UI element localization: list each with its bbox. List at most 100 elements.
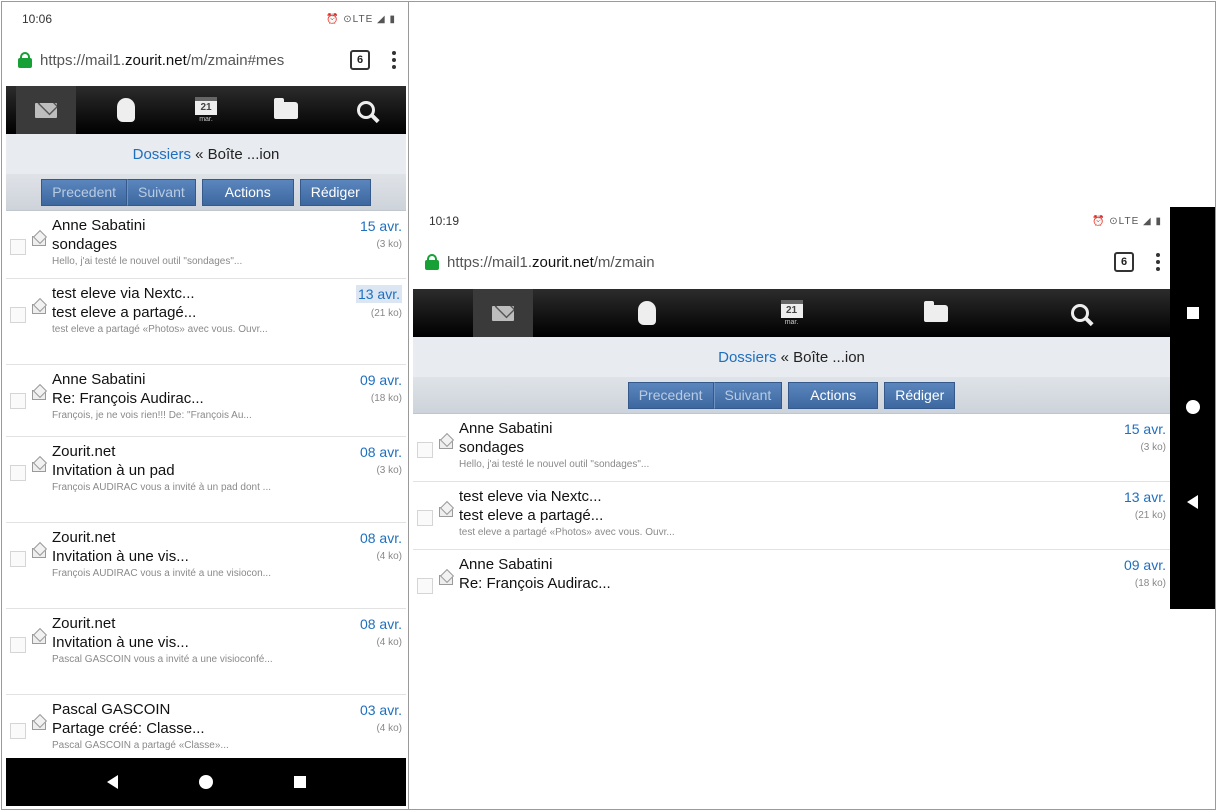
list-item[interactable]: Anne Sabatini sondages Hello, j'ai testé…	[6, 211, 406, 279]
read-envelope-icon	[32, 390, 46, 400]
nav-contacts[interactable]	[617, 289, 677, 337]
nav-mail[interactable]	[473, 289, 533, 337]
previous-button[interactable]: Precedent	[41, 178, 128, 206]
message-checkbox[interactable]	[10, 307, 26, 323]
calendar-icon: 21 mar.	[780, 300, 803, 326]
nav-mail[interactable]	[16, 86, 76, 134]
message-size: (21 ko)	[1134, 510, 1166, 521]
previous-button[interactable]: Precedent	[627, 381, 714, 409]
message-from: Pascal GASCOIN	[52, 701, 171, 718]
message-size: (3 ko)	[376, 465, 402, 476]
compose-button[interactable]: Rédiger	[884, 381, 956, 409]
message-date: 13 avr.	[355, 285, 402, 303]
browser-menu-icon[interactable]	[1156, 253, 1160, 271]
message-snippet: test eleve a partagé «Photos» avec vous.…	[52, 324, 268, 335]
envelope-icon	[35, 102, 57, 118]
message-checkbox[interactable]	[10, 637, 26, 653]
read-envelope-icon	[439, 439, 453, 449]
nav-contacts[interactable]	[96, 86, 156, 134]
message-from: Anne Sabatini	[459, 556, 553, 573]
message-checkbox[interactable]	[10, 465, 26, 481]
status-bar: 10:19 ⏰ ⊙LTE ◢ ▮	[413, 207, 1170, 235]
tab-switcher-button[interactable]: 6	[350, 50, 370, 70]
back-icon[interactable]	[106, 775, 118, 789]
message-checkbox[interactable]	[417, 510, 433, 526]
folder-icon	[923, 300, 948, 322]
message-checkbox[interactable]	[417, 442, 433, 458]
list-item[interactable]: Anne Sabatini sondages Hello, j'ai testé…	[413, 414, 1170, 482]
app-navbar: 21 mar.	[6, 86, 406, 134]
home-icon[interactable]	[1185, 399, 1200, 414]
message-snippet: Pascal GASCOIN a partagé «Classe»...	[52, 740, 229, 751]
breadcrumb-folders-link[interactable]: Dossiers	[133, 146, 191, 163]
list-item[interactable]: Zourit.net Invitation à un pad François …	[6, 437, 406, 523]
list-item[interactable]: test eleve via Nextc... test eleve a par…	[6, 279, 406, 365]
tab-switcher-button[interactable]: 6	[1114, 252, 1134, 272]
nav-calendar[interactable]: 21 mar.	[762, 289, 822, 337]
nav-search[interactable]	[1050, 289, 1110, 337]
recents-icon[interactable]	[1186, 307, 1199, 320]
message-date: 09 avr.	[1123, 557, 1166, 573]
pager-group: Precedent Suivant	[627, 381, 783, 409]
nav-folders[interactable]	[256, 86, 316, 134]
browser-menu-icon[interactable]	[392, 51, 396, 69]
next-button[interactable]: Suivant	[127, 178, 196, 206]
message-list: Anne Sabatini sondages Hello, j'ai testé…	[6, 211, 406, 781]
list-item[interactable]: Anne Sabatini Re: François Audirac... Fr…	[6, 365, 406, 437]
message-checkbox[interactable]	[10, 393, 26, 409]
browser-url-bar[interactable]: https://mail1.zourit.net/m/zmain#mes 6	[6, 34, 406, 86]
read-envelope-icon	[439, 507, 453, 517]
message-from: Zourit.net	[52, 443, 116, 460]
url-text[interactable]: https://mail1.zourit.net/m/zmain	[447, 254, 1104, 271]
message-snippet: François AUDIRAC vous a invité a une vis…	[52, 568, 271, 579]
right-phone-screen: 10:19 ⏰ ⊙LTE ◢ ▮ https://mail1.zourit.ne…	[413, 207, 1215, 609]
message-size: (21 ko)	[370, 308, 402, 319]
android-nav-bar	[6, 758, 406, 806]
message-subject: Invitation à un pad	[52, 462, 175, 479]
list-item[interactable]: Zourit.net Invitation à une vis... Pasca…	[6, 609, 406, 695]
message-toolbar: Precedent Suivant Actions Rédiger	[6, 174, 406, 211]
message-checkbox[interactable]	[417, 578, 433, 594]
nav-folders[interactable]	[906, 289, 966, 337]
nav-calendar[interactable]: 21 mar.	[176, 86, 236, 134]
message-subject: Re: François Audirac...	[459, 575, 611, 592]
nav-search[interactable]	[336, 86, 396, 134]
message-checkbox[interactable]	[10, 723, 26, 739]
next-button[interactable]: Suivant	[713, 381, 783, 409]
recents-icon[interactable]	[293, 776, 306, 788]
home-icon[interactable]	[198, 775, 213, 789]
list-item[interactable]: Anne Sabatini Re: François Audirac... 09…	[413, 550, 1170, 609]
message-snippet: François AUDIRAC vous a invité à un pad …	[52, 482, 271, 493]
back-icon[interactable]	[1187, 494, 1198, 509]
message-toolbar: Precedent Suivant Actions Rédiger	[413, 377, 1170, 414]
message-date: 08 avr.	[359, 530, 402, 546]
browser-url-bar[interactable]: https://mail1.zourit.net/m/zmain 6	[413, 235, 1170, 289]
url-text[interactable]: https://mail1.zourit.net/m/zmain#mes	[40, 52, 340, 69]
message-date: 15 avr.	[1123, 421, 1166, 437]
message-checkbox[interactable]	[10, 239, 26, 255]
message-list: Anne Sabatini sondages Hello, j'ai testé…	[413, 414, 1170, 609]
message-subject: test eleve a partagé...	[52, 304, 197, 321]
message-snippet: Pascal GASCOIN vous a invité a une visio…	[52, 654, 273, 665]
message-size: (4 ko)	[376, 551, 402, 562]
breadcrumb-current: « Boîte ...ion	[776, 348, 865, 366]
message-checkbox[interactable]	[10, 551, 26, 567]
actions-button[interactable]: Actions	[201, 178, 294, 206]
contact-head-icon	[638, 301, 657, 325]
message-date: 08 avr.	[359, 444, 402, 460]
app-navbar: 21 mar.	[413, 289, 1170, 337]
compose-button[interactable]: Rédiger	[299, 178, 371, 206]
message-date: 08 avr.	[359, 616, 402, 632]
breadcrumb-current: « Boîte ...ion	[190, 145, 280, 163]
breadcrumb-folders-link[interactable]: Dossiers	[718, 349, 776, 366]
list-item[interactable]: test eleve via Nextc... test eleve a par…	[413, 482, 1170, 550]
list-item[interactable]: Zourit.net Invitation à une vis... Franç…	[6, 523, 406, 609]
calendar-icon: 21 mar.	[195, 97, 217, 123]
search-icon	[357, 101, 375, 119]
message-subject: Partage créé: Classe...	[52, 720, 205, 737]
message-subject: Invitation à une vis...	[52, 634, 189, 651]
status-time: 10:19	[429, 214, 460, 228]
actions-button[interactable]: Actions	[788, 381, 879, 409]
message-snippet: François, je ne vois rien!!! De: "Franço…	[52, 410, 252, 421]
read-envelope-icon	[32, 720, 46, 730]
